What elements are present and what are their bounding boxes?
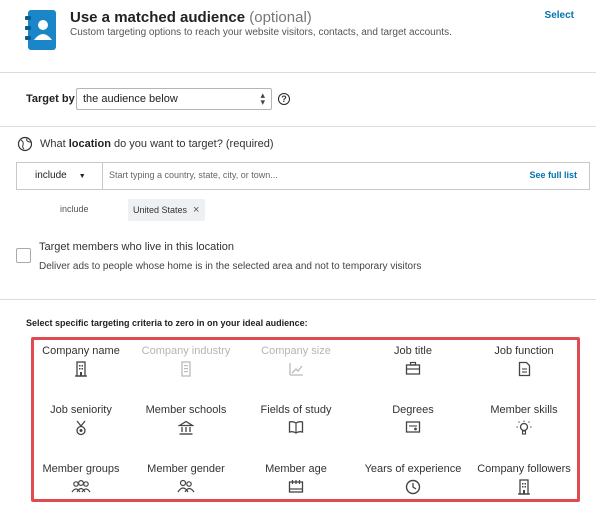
location-pill: United States × <box>128 199 206 221</box>
remove-icon[interactable]: × <box>193 204 199 216</box>
criteria-label-text: Company name <box>42 345 120 357</box>
criteria-label-text: Member groups <box>42 463 120 475</box>
location-question: What location do you want to target? (re… <box>40 138 274 150</box>
help-icon[interactable]: ? <box>278 93 290 105</box>
criteria-job-title[interactable]: Job title <box>353 345 473 377</box>
include-select[interactable]: include ▼ <box>17 163 103 189</box>
book-icon <box>236 420 356 436</box>
institution-icon <box>126 420 246 436</box>
criteria-label-text: Company size <box>261 345 331 357</box>
criteria-member-age[interactable]: Member age <box>236 463 356 495</box>
criteria-years-of-experience[interactable]: Years of experience <box>353 463 473 495</box>
group-icon <box>21 479 141 495</box>
target-by-label: Target by <box>26 93 75 105</box>
criteria-job-function[interactable]: Job function <box>464 345 584 377</box>
criteria-job-seniority[interactable]: Job seniority <box>21 404 141 436</box>
industry-icon <box>126 361 246 377</box>
criteria-label-text: Degrees <box>392 404 434 416</box>
criteria-label-text: Job title <box>394 345 432 357</box>
people-icon <box>126 479 246 495</box>
medal-icon <box>21 420 141 436</box>
calendar-icon <box>236 479 356 495</box>
criteria-label-text: Fields of study <box>260 404 332 416</box>
criteria-degrees[interactable]: Degrees <box>353 404 473 436</box>
criteria-label-text: Job function <box>494 345 554 357</box>
divider <box>0 72 596 73</box>
criteria-label-text: Member gender <box>147 463 225 475</box>
building-icon <box>464 479 584 495</box>
globe-icon <box>17 136 33 152</box>
page-title: Use a matched audience (optional) <box>70 9 312 26</box>
criteria-company-followers[interactable]: Company followers <box>464 463 584 495</box>
briefcase-icon <box>353 361 473 377</box>
criteria-label-text: Member age <box>265 463 327 475</box>
criteria-company-size[interactable]: Company size <box>236 345 356 377</box>
divider <box>0 299 596 300</box>
criteria-member-schools[interactable]: Member schools <box>126 404 246 436</box>
page-subtitle: Custom targeting options to reach your w… <box>70 27 452 38</box>
criteria-grid: Company name Company industry Company size… <box>34 340 577 499</box>
target-by-value: the audience below <box>83 93 178 105</box>
updown-arrows-icon: ▴ ▾ <box>260 90 265 107</box>
live-in-checkbox[interactable] <box>16 248 31 263</box>
criteria-label-text: Company industry <box>141 345 231 357</box>
live-in-title: Target members who live in this location <box>39 241 235 253</box>
criteria-member-skills[interactable]: Member skills <box>464 404 584 436</box>
select-link[interactable]: Select <box>545 10 574 21</box>
criteria-label-text: Member schools <box>145 404 227 416</box>
criteria-label-text: Years of experience <box>364 463 462 475</box>
include-label: include <box>60 204 89 214</box>
clock-icon <box>353 479 473 495</box>
building-icon <box>21 361 141 377</box>
criteria-company-name[interactable]: Company name <box>21 345 141 377</box>
criteria-label-text: Company followers <box>477 463 571 475</box>
live-in-description: Deliver ads to people whose home is in t… <box>39 261 422 272</box>
criteria-member-groups[interactable]: Member groups <box>21 463 141 495</box>
location-search-bar: include ▼ Start typing a country, state, … <box>16 162 590 190</box>
target-by-select[interactable]: the audience below ▴ ▾ <box>76 88 272 110</box>
diploma-icon <box>353 420 473 436</box>
criteria-fields-of-study[interactable]: Fields of study <box>236 404 356 436</box>
criteria-label-text: Member skills <box>490 404 558 416</box>
document-icon <box>464 361 584 377</box>
location-input[interactable]: Start typing a country, state, city, or … <box>109 170 278 180</box>
lightbulb-icon <box>464 420 584 436</box>
divider <box>0 126 596 127</box>
criteria-company-industry[interactable]: Company industry <box>126 345 246 377</box>
see-full-list-link[interactable]: See full list <box>529 170 577 180</box>
growth-chart-icon <box>236 361 356 377</box>
criteria-member-gender[interactable]: Member gender <box>126 463 246 495</box>
address-book-icon <box>25 10 56 50</box>
criteria-label: Select specific targeting criteria to ze… <box>26 318 308 328</box>
criteria-label-text: Job seniority <box>50 404 112 416</box>
caret-down-icon: ▼ <box>78 173 86 180</box>
